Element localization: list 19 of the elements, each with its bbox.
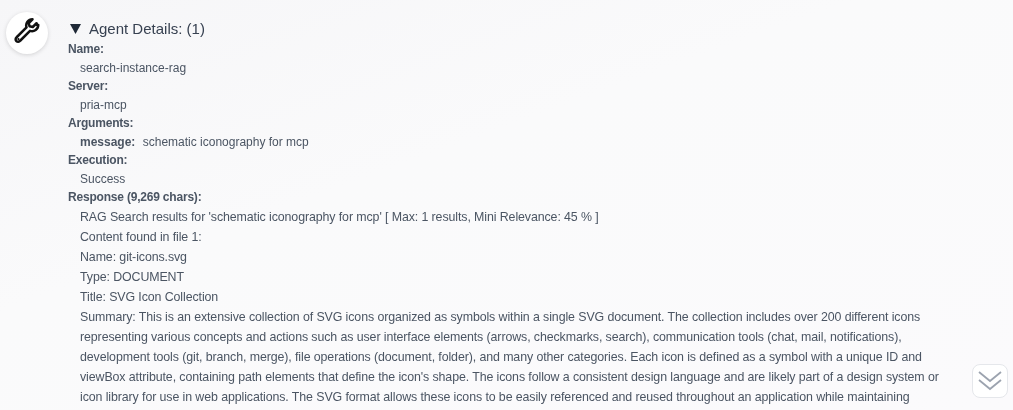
argument-key: message: <box>80 134 136 149</box>
field-label: Name: <box>68 41 105 58</box>
field-label: Response (9,269 chars): <box>68 189 203 206</box>
field-label: Execution: <box>68 152 129 169</box>
response-text: Summary: This is an extensive collection of SVG icons organized as symbols within a single SVG document. The collection includes over 200 different icons representing various concepts and actions such as user interface elements (arrows, checkmarks, search), communication tools (chat, mail, notifications), development tools (git, branch, merge), file operations (document, folder), and many other categories. Each icon is defined as a symbol with a unique ID and viewBox attribute, containing path elements that define the icon's shape. The icons follow a consistent design language and are likely part of a design system or icon library for use in web applications. The SVG format allows these icons to be easily referenced and reused throughout an application while maintaining <box>80 308 940 406</box>
field-value: search-instance-rag <box>80 59 188 77</box>
field-label: Server: <box>68 78 109 95</box>
response-text: Name: git-icons.svg <box>80 248 188 266</box>
field-value: Success <box>80 170 127 188</box>
response-text: Title: SVG Icon Collection <box>80 288 220 306</box>
argument-value: schematic iconography for mcp <box>142 134 309 149</box>
response-text: RAG Search results for 'schematic iconography for mcp' [ Max: 1 results, Mini Relevance: 45 % ] <box>80 208 600 226</box>
response-text: Type: DOCUMENT <box>80 268 185 286</box>
field-value: pria-mcp <box>80 96 128 114</box>
details-title: Agent Details: (1) <box>89 20 205 38</box>
double-chevron-down-icon <box>977 369 1003 393</box>
response-text: Content found in file 1: <box>80 228 203 246</box>
field-label: Arguments: <box>68 115 135 132</box>
disclosure-triangle-icon[interactable] <box>70 24 81 34</box>
